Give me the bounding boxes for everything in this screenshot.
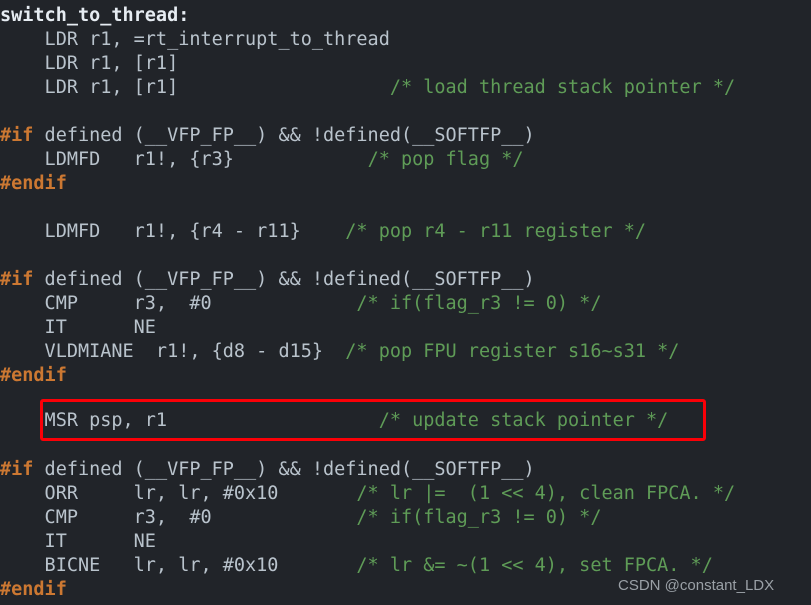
code-line[interactable]: VLDMIANE r1!, {d8 - d15} /* pop FPU regi… — [0, 340, 680, 364]
code-segment-code: ORR lr, lr, #0x10 — [0, 483, 279, 504]
code-segment-code: MSR psp, r1 — [0, 410, 168, 431]
code-line[interactable]: CMP r3, #0 /* if(flag_r3 != 0) */ — [0, 506, 602, 530]
code-segment-code: VLDMIANE r1!, {d8 - d15} — [0, 341, 324, 362]
code-line[interactable] — [0, 244, 11, 268]
code-segment-comment: /* if(flag_r3 != 0) */ — [356, 507, 602, 528]
code-segment-code — [301, 221, 346, 242]
code-segment-code: LDR r1, =rt_interrupt_to_thread — [0, 29, 390, 50]
code-line[interactable]: LDMFD r1!, {r4 - r11} /* pop r4 - r11 re… — [0, 220, 646, 244]
csdn-watermark: CSDN @constant_LDX — [618, 577, 775, 594]
code-line[interactable]: IT NE — [0, 530, 156, 554]
code-segment-code — [278, 555, 356, 576]
code-line[interactable]: BICNE lr, lr, #0x10 /* lr &= ~(1 << 4), … — [0, 554, 713, 578]
code-segment-code: IT NE — [0, 317, 156, 338]
code-segment-code: LDMFD r1!, {r3} — [0, 149, 234, 170]
code-segment-code: BICNE lr, lr, #0x10 — [0, 555, 279, 576]
code-line[interactable]: LDR r1, =rt_interrupt_to_thread — [0, 28, 390, 52]
code-line[interactable]: LDR r1, [r1] /* load thread stack pointe… — [0, 76, 736, 100]
code-segment-comment: /* update stack pointer */ — [378, 410, 669, 431]
code-line[interactable]: MSR psp, r1 /* update stack pointer */ — [0, 409, 669, 433]
code-segment-code: defined (__VFP_FP__) && !defined(__SOFTF… — [33, 269, 535, 290]
code-segment-comment: /* if(flag_r3 != 0) */ — [356, 293, 602, 314]
code-segment-code — [323, 341, 345, 362]
code-segment-code — [234, 149, 368, 170]
code-line[interactable]: #if defined (__VFP_FP__) && !defined(__S… — [0, 124, 535, 148]
code-segment-code: CMP r3, #0 — [0, 293, 212, 314]
code-line[interactable]: #endif — [0, 172, 67, 196]
code-segment-comment: /* load thread stack pointer */ — [389, 77, 736, 98]
code-segment-comment: /* pop flag */ — [367, 149, 524, 170]
code-segment-code: LDR r1, [r1] — [0, 53, 179, 74]
code-line[interactable]: #endif — [0, 578, 67, 602]
code-segment-code — [178, 77, 390, 98]
code-segment-directive: #endif — [0, 579, 67, 600]
code-line[interactable] — [0, 434, 11, 458]
code-line[interactable]: LDR r1, [r1] — [0, 52, 179, 76]
code-segment-comment: /* lr |= (1 << 4), clean FPCA. */ — [356, 483, 736, 504]
code-line[interactable]: #if defined (__VFP_FP__) && !defined(__S… — [0, 268, 535, 292]
code-line[interactable] — [0, 196, 11, 220]
code-segment-code — [212, 293, 357, 314]
code-segment-code — [167, 410, 379, 431]
code-segment-directive: #if — [0, 459, 34, 480]
code-segment-code: LDMFD r1!, {r4 - r11} — [0, 221, 301, 242]
code-line[interactable]: CMP r3, #0 /* if(flag_r3 != 0) */ — [0, 292, 602, 316]
code-segment-code: CMP r3, #0 — [0, 507, 212, 528]
code-segment-code: LDR r1, [r1] — [0, 77, 179, 98]
code-line[interactable]: #endif — [0, 364, 67, 388]
code-listing[interactable]: switch_to_thread: LDR r1, =rt_interrupt_… — [0, 0, 811, 605]
code-line[interactable]: ORR lr, lr, #0x10 /* lr |= (1 << 4), cle… — [0, 482, 736, 506]
code-segment-code: defined (__VFP_FP__) && !defined(__SOFTF… — [33, 459, 535, 480]
code-segment-comment: /* pop r4 - r11 register */ — [345, 221, 647, 242]
code-segment-code — [278, 483, 356, 504]
code-segment-code — [212, 507, 357, 528]
code-segment-directive: #endif — [0, 173, 67, 194]
code-segment-comment: /* lr &= ~(1 << 4), set FPCA. */ — [356, 555, 713, 576]
code-segment-code: IT NE — [0, 531, 156, 552]
code-segment-directive: #if — [0, 269, 34, 290]
code-segment-directive: #endif — [0, 365, 67, 386]
code-segment-comment: /* pop FPU register s16~s31 */ — [345, 341, 680, 362]
code-screenshot: switch_to_thread: LDR r1, =rt_interrupt_… — [0, 0, 811, 605]
code-segment-label: switch_to_thread: — [0, 5, 190, 26]
code-line[interactable]: LDMFD r1!, {r3} /* pop flag */ — [0, 148, 524, 172]
code-line[interactable] — [0, 100, 11, 124]
code-segment-directive: #if — [0, 125, 34, 146]
code-line[interactable]: #if defined (__VFP_FP__) && !defined(__S… — [0, 458, 535, 482]
code-line[interactable]: switch_to_thread: — [0, 4, 189, 28]
code-line[interactable]: IT NE — [0, 316, 156, 340]
code-segment-code: defined (__VFP_FP__) && !defined(__SOFTF… — [33, 125, 535, 146]
